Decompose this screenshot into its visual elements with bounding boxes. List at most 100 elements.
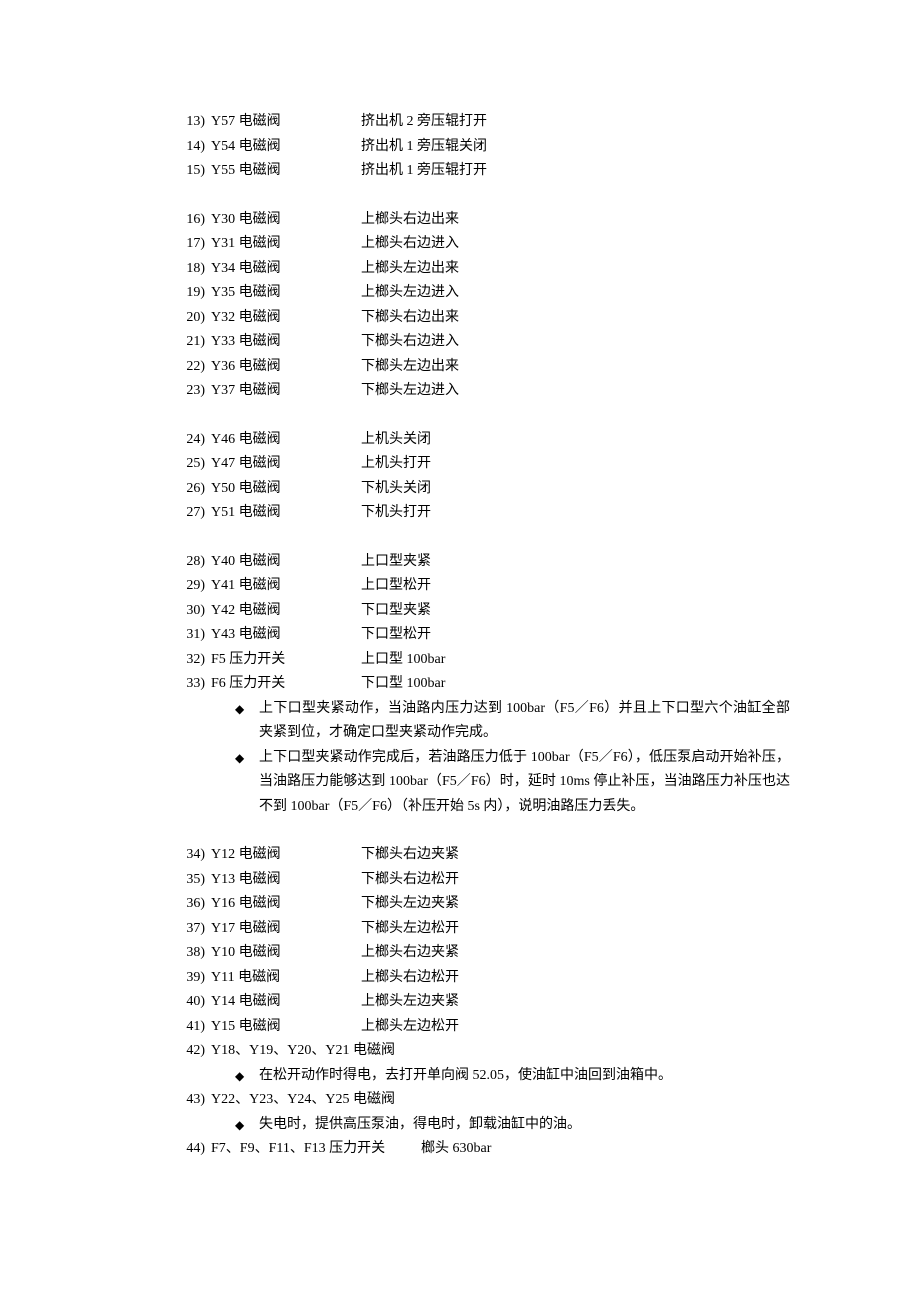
item-label: Y11 电磁阀 xyxy=(205,966,361,991)
item-label: Y34 电磁阀 xyxy=(205,257,361,282)
item-label: Y30 电磁阀 xyxy=(205,208,361,233)
item-number: 30) xyxy=(175,599,205,624)
group-5: 34)Y12 电磁阀下榔头右边夹紧 35)Y13 电磁阀下榔头右边松开 36)Y… xyxy=(175,843,800,1039)
list-item: 29)Y41 电磁阀上口型松开 xyxy=(175,574,800,599)
list-item: 28)Y40 电磁阀上口型夹紧 xyxy=(175,550,800,575)
item-label: Y33 电磁阀 xyxy=(205,330,361,355)
bullet-item: ◆ 上下口型夹紧动作，当油路内压力达到 100bar（F5／F6）并且上下口型六… xyxy=(235,697,790,746)
item-desc: 上榔头右边夹紧 xyxy=(361,941,800,966)
item-desc: 上榔头左边出来 xyxy=(361,257,800,282)
bullet-text: 上下口型夹紧动作完成后，若油路压力低于 100bar（F5／F6），低压泵启动开… xyxy=(259,746,790,820)
item-number: 15) xyxy=(175,159,205,184)
item-label: Y16 电磁阀 xyxy=(205,892,361,917)
item-label: Y51 电磁阀 xyxy=(205,501,361,526)
bullet-item: ◆ 失电时，提供高压泵油，得电时，卸载油缸中的油。 xyxy=(235,1113,790,1138)
list-item: 32)F5 压力开关上口型 100bar xyxy=(175,648,800,673)
item-number: 29) xyxy=(175,574,205,599)
item-desc: 下口型松开 xyxy=(361,623,800,648)
group-1: 13) Y57 电磁阀 挤出机 2 旁压辊打开 14) Y54 电磁阀 挤出机 … xyxy=(175,110,800,184)
item-label: F6 压力开关 xyxy=(205,672,361,697)
item-desc: 上榔头左边夹紧 xyxy=(361,990,800,1015)
item-desc: 下机头关闭 xyxy=(361,477,800,502)
item-label: Y54 电磁阀 xyxy=(205,135,361,160)
group-2: 16)Y30 电磁阀上榔头右边出来 17)Y31 电磁阀上榔头右边进入 18)Y… xyxy=(175,208,800,404)
item-label: Y31 电磁阀 xyxy=(205,232,361,257)
list-item: 33)F6 压力开关下口型 100bar xyxy=(175,672,800,697)
item-number: 27) xyxy=(175,501,205,526)
bullet-item: ◆ 上下口型夹紧动作完成后，若油路压力低于 100bar（F5／F6），低压泵启… xyxy=(235,746,790,820)
item-desc: 下榔头右边松开 xyxy=(361,868,800,893)
item-desc: 下机头打开 xyxy=(361,501,800,526)
item-label: Y10 电磁阀 xyxy=(205,941,361,966)
list-item: 27)Y51 电磁阀下机头打开 xyxy=(175,501,800,526)
diamond-icon: ◆ xyxy=(235,746,259,769)
item-label: Y43 电磁阀 xyxy=(205,623,361,648)
item-desc: 上榔头左边松开 xyxy=(361,1015,800,1040)
item-number: 34) xyxy=(175,843,205,868)
spacer xyxy=(175,404,800,428)
item-number: 37) xyxy=(175,917,205,942)
item-label: Y37 电磁阀 xyxy=(205,379,361,404)
item-label: Y36 电磁阀 xyxy=(205,355,361,380)
list-item: 30)Y42 电磁阀下口型夹紧 xyxy=(175,599,800,624)
item-label: F5 压力开关 xyxy=(205,648,361,673)
item-number: 38) xyxy=(175,941,205,966)
list-item: 38)Y10 电磁阀上榔头右边夹紧 xyxy=(175,941,800,966)
item-label: Y22、Y23、Y24、Y25 电磁阀 xyxy=(205,1088,800,1113)
list-item: 21)Y33 电磁阀下榔头右边进入 xyxy=(175,330,800,355)
item-desc: 上机头关闭 xyxy=(361,428,800,453)
item-label: Y18、Y19、Y20、Y21 电磁阀 xyxy=(205,1039,800,1064)
list-item: 15) Y55 电磁阀 挤出机 1 旁压辊打开 xyxy=(175,159,800,184)
bullet-text: 上下口型夹紧动作，当油路内压力达到 100bar（F5／F6）并且上下口型六个油… xyxy=(259,697,790,746)
list-item: 14) Y54 电磁阀 挤出机 1 旁压辊关闭 xyxy=(175,135,800,160)
list-item-43: 43) Y22、Y23、Y24、Y25 电磁阀 xyxy=(175,1088,800,1113)
item-label: Y47 电磁阀 xyxy=(205,452,361,477)
note-block-42: ◆ 在松开动作时得电，去打开单向阀 52.05，使油缸中油回到油箱中。 xyxy=(175,1064,800,1089)
item-number: 28) xyxy=(175,550,205,575)
item-number: 40) xyxy=(175,990,205,1015)
item-label: Y55 电磁阀 xyxy=(205,159,361,184)
item-number: 19) xyxy=(175,281,205,306)
item-number: 42) xyxy=(175,1039,205,1064)
item-desc: 下榔头左边出来 xyxy=(361,355,800,380)
item-desc: 上口型 100bar xyxy=(361,648,800,673)
item-label: Y14 电磁阀 xyxy=(205,990,361,1015)
note-block-1: ◆ 上下口型夹紧动作，当油路内压力达到 100bar（F5／F6）并且上下口型六… xyxy=(175,697,800,820)
item-number: 14) xyxy=(175,135,205,160)
item-number: 16) xyxy=(175,208,205,233)
document-page: 13) Y57 电磁阀 挤出机 2 旁压辊打开 14) Y54 电磁阀 挤出机 … xyxy=(0,0,920,1302)
spacer xyxy=(175,526,800,550)
item-label: Y42 电磁阀 xyxy=(205,599,361,624)
item-number: 41) xyxy=(175,1015,205,1040)
item-desc: 下榔头左边夹紧 xyxy=(361,892,800,917)
diamond-icon: ◆ xyxy=(235,1064,259,1087)
item-number: 13) xyxy=(175,110,205,135)
item-desc: 下榔头左边松开 xyxy=(361,917,800,942)
list-item: 26)Y50 电磁阀下机头关闭 xyxy=(175,477,800,502)
list-item: 40)Y14 电磁阀上榔头左边夹紧 xyxy=(175,990,800,1015)
item-desc: 上榔头右边出来 xyxy=(361,208,800,233)
item-desc: 下口型 100bar xyxy=(361,672,800,697)
list-item: 23)Y37 电磁阀下榔头左边进入 xyxy=(175,379,800,404)
item-number: 21) xyxy=(175,330,205,355)
diamond-icon: ◆ xyxy=(235,697,259,720)
item-desc: 上榔头左边进入 xyxy=(361,281,800,306)
item-number: 22) xyxy=(175,355,205,380)
list-item: 37)Y17 电磁阀下榔头左边松开 xyxy=(175,917,800,942)
item-number: 32) xyxy=(175,648,205,673)
item-label: Y57 电磁阀 xyxy=(205,110,361,135)
item-number: 24) xyxy=(175,428,205,453)
item-number: 39) xyxy=(175,966,205,991)
item-label: F7、F9、F11、F13 压力开关 xyxy=(205,1137,421,1162)
bullet-text: 失电时，提供高压泵油，得电时，卸载油缸中的油。 xyxy=(259,1113,790,1138)
item-desc: 下榔头右边进入 xyxy=(361,330,800,355)
list-item: 25)Y47 电磁阀上机头打开 xyxy=(175,452,800,477)
list-item: 41)Y15 电磁阀上榔头左边松开 xyxy=(175,1015,800,1040)
list-item: 20)Y32 电磁阀下榔头右边出来 xyxy=(175,306,800,331)
item-label: Y41 电磁阀 xyxy=(205,574,361,599)
list-item: 34)Y12 电磁阀下榔头右边夹紧 xyxy=(175,843,800,868)
item-desc: 上口型松开 xyxy=(361,574,800,599)
item-number: 20) xyxy=(175,306,205,331)
item-desc: 挤出机 1 旁压辊关闭 xyxy=(361,135,800,160)
item-label: Y40 电磁阀 xyxy=(205,550,361,575)
